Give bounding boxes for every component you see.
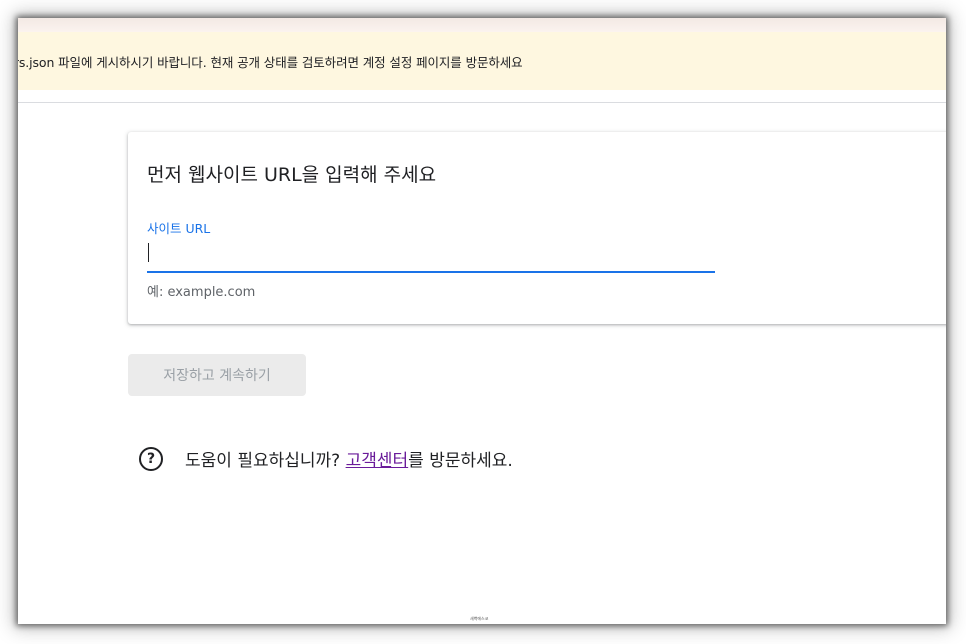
help-row: ? 도움이 필요하십니까? 고객센터를 방문하세요.	[139, 446, 513, 471]
help-circle-icon: ?	[139, 446, 163, 471]
top-strip	[18, 18, 946, 32]
help-prefix: 도움이 필요하십니까?	[185, 451, 346, 471]
notice-banner: e sellers.json 파일에 게시하시기 바랍니다. 현재 공개 상태를…	[18, 32, 946, 90]
page-frame: e sellers.json 파일에 게시하시기 바랍니다. 현재 공개 상태를…	[18, 18, 946, 624]
site-url-input[interactable]	[147, 240, 715, 266]
footer-watermark: 새벽에스코	[470, 616, 489, 621]
text-cursor	[148, 243, 149, 262]
help-center-link[interactable]: 고객센터	[346, 451, 409, 471]
banner-message: e sellers.json 파일에 게시하시기 바랍니다. 현재 공개 상태를…	[18, 54, 523, 70]
card-title: 먼저 웹사이트 URL을 입력해 주세요	[147, 164, 437, 186]
help-suffix: 를 방문하세요.	[408, 451, 513, 471]
banner-divider	[18, 102, 946, 103]
site-url-underline	[147, 271, 715, 273]
site-url-label: 사이트 URL	[147, 221, 211, 236]
site-url-card: 먼저 웹사이트 URL을 입력해 주세요 사이트 URL 예: example.…	[128, 132, 946, 324]
help-text: 도움이 필요하십니까? 고객센터를 방문하세요.	[185, 446, 513, 471]
save-and-continue-button[interactable]: 저장하고 계속하기	[128, 354, 306, 396]
site-url-hint: 예: example.com	[147, 285, 256, 300]
